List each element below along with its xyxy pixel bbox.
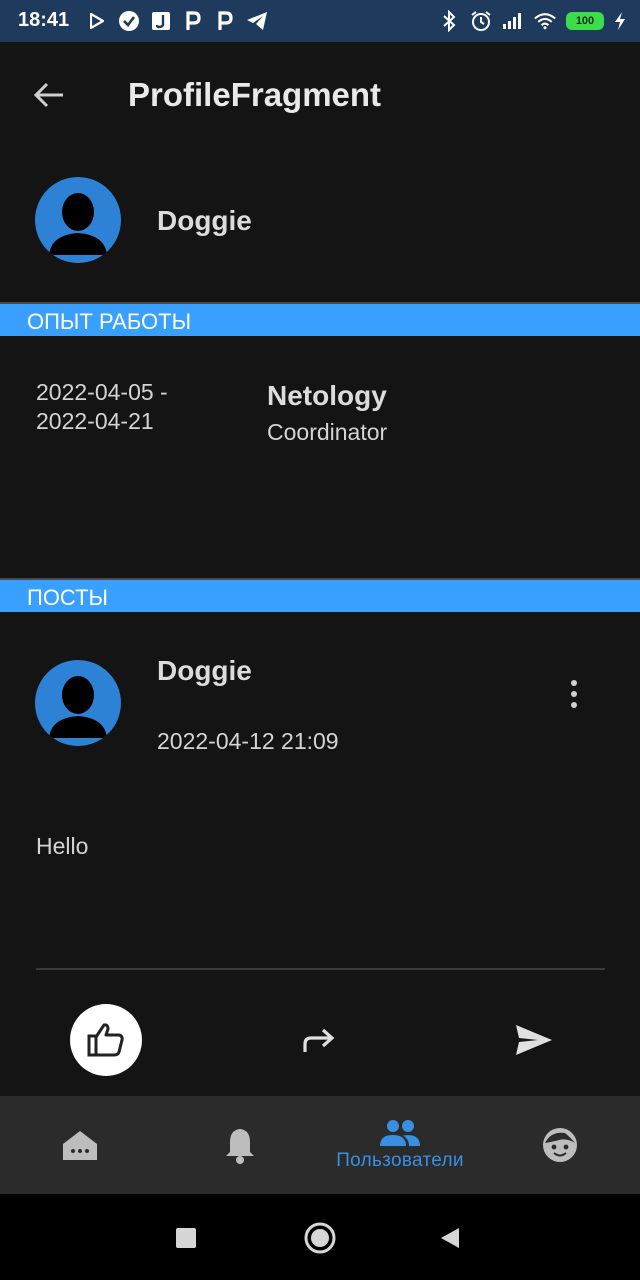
bluetooth-icon	[438, 10, 460, 32]
app-bar: ProfileFragment	[0, 42, 640, 146]
face-icon	[543, 1128, 577, 1162]
p-app-icon	[214, 10, 236, 32]
post-content: Hello	[36, 833, 89, 859]
posts-section-header: ПОСТЫ	[0, 578, 640, 612]
person-avatar-icon	[49, 676, 107, 738]
post-published-date: 2022-04-12 21:09	[157, 728, 339, 754]
like-button[interactable]	[70, 1004, 142, 1076]
back-button[interactable]	[28, 74, 70, 116]
post-author: Doggie	[157, 655, 252, 686]
page-title: ProfileFragment	[128, 76, 382, 113]
job-end-date: 2022-04-21	[36, 408, 154, 434]
back-system-button[interactable]	[427, 1215, 473, 1261]
nav-label-users: Пользователи	[336, 1150, 464, 1171]
bell-icon	[226, 1129, 254, 1164]
arrow-back-icon	[33, 82, 63, 108]
nav-item-users[interactable]: Пользователи	[320, 1096, 480, 1194]
job-company: Netology	[267, 380, 387, 411]
post-menu-button[interactable]	[556, 676, 592, 712]
system-navigation-bar	[0, 1194, 640, 1280]
battery-icon: 100	[566, 12, 604, 30]
experience-section-header: ОПЫТ РАБОТЫ	[0, 302, 640, 336]
status-time: 18:41	[18, 9, 70, 31]
status-notification-icons	[86, 10, 268, 32]
people-icon	[380, 1120, 420, 1146]
job-dates: 2022-04-05 - 2022-04-21	[36, 378, 168, 436]
more-vert-icon	[571, 680, 577, 686]
circle-icon	[304, 1222, 336, 1254]
post-author-avatar[interactable]	[35, 660, 121, 746]
signal-icon	[502, 10, 524, 32]
triangle-back-icon	[441, 1228, 459, 1248]
status-system-icons: 100	[438, 9, 626, 33]
telegram-icon	[246, 10, 268, 32]
job-position: Coordinator	[267, 419, 388, 445]
divider	[36, 968, 605, 970]
send-button[interactable]	[510, 1016, 558, 1064]
nav-item-notifications[interactable]	[160, 1096, 320, 1194]
home-icon	[63, 1131, 97, 1160]
check-circle-icon	[118, 10, 140, 32]
status-bar: 18:41 100	[0, 0, 640, 42]
home-system-button[interactable]	[297, 1215, 343, 1261]
nav-item-home[interactable]	[0, 1096, 160, 1194]
send-icon	[516, 1025, 552, 1055]
recents-button[interactable]	[163, 1215, 209, 1261]
person-avatar-icon	[49, 193, 107, 255]
share-arrow-icon	[303, 1028, 335, 1052]
wifi-icon	[534, 10, 556, 32]
job-start-date: 2022-04-05 -	[36, 379, 168, 405]
nav-item-profile[interactable]	[480, 1096, 640, 1194]
square-icon	[176, 1228, 196, 1248]
experience-header-label: ОПЫТ РАБОТЫ	[27, 309, 192, 334]
share-button[interactable]	[296, 1018, 342, 1064]
thumb-up-icon	[87, 1023, 124, 1057]
posts-header-label: ПОСТЫ	[27, 585, 108, 610]
alarm-icon	[470, 10, 492, 32]
profile-name: Doggie	[157, 205, 252, 236]
profile-avatar[interactable]	[35, 177, 121, 263]
p-app-icon	[182, 10, 204, 32]
bottom-navigation: Пользователи	[0, 1096, 640, 1194]
music-app-icon	[150, 10, 172, 32]
charging-icon	[614, 10, 626, 32]
play-store-icon	[86, 10, 108, 32]
